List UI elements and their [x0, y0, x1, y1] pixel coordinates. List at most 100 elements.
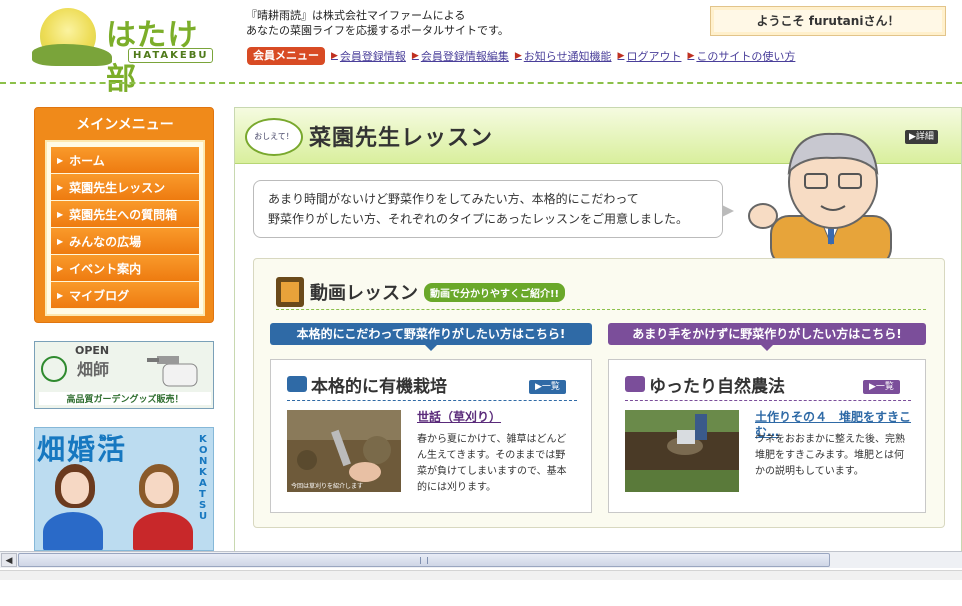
card-title: 本格的に有機栽培	[311, 376, 447, 397]
banner-open-subtitle: 高品質ガーデングッズ販売！	[39, 392, 211, 405]
main-menu-list: ▶ ホーム ▶ 菜園先生レッスン ▶ 菜園先生への質問箱 ▶ みんなの広場 ▶ イベント案…	[45, 140, 205, 316]
heart-icon	[133, 512, 193, 550]
video-camera-icon	[625, 376, 645, 392]
arrow-right-icon: ▶	[411, 51, 419, 61]
site-header: はたけ部 HATAKEBU 『晴耕雨読』は株式会社マイファームによる あなたの菜…	[0, 0, 962, 97]
video-lesson-title: 動画レッスン	[310, 283, 418, 304]
browser-page: はたけ部 HATAKEBU 『晴耕雨読』は株式会社マイファームによる あなたの菜…	[0, 0, 962, 606]
arrow-right-icon: ▶	[617, 51, 625, 61]
member-menu-badge: 会員メニュー	[247, 47, 325, 65]
intro-line-2: 野菜作りがしたい方、それぞれのタイプにあったレッスンをご用意しました。	[268, 212, 689, 226]
nav-link-label: 会員登録情報編集	[420, 50, 509, 63]
natural-column-header: あまり手をかけずに野菜作りがしたい方はこちら!	[608, 323, 926, 351]
list-button[interactable]: ▶一覧	[529, 380, 566, 394]
menu-item-my-blog[interactable]: ▶ マイブログ	[51, 282, 199, 309]
list-button[interactable]: ▶一覧	[863, 380, 900, 394]
hatakeshi-banner[interactable]: OPEN 畑師 高品質ガーデングッズ販売！	[34, 341, 214, 409]
natural-lesson-card: ゆったり自然農法 ▶一覧 土作りその４ 堆肥をすきこむ… ウネをおおまかに整えた…	[608, 359, 926, 513]
film-icon	[276, 277, 304, 307]
video-lesson-tag: 動画で分かりやすくご紹介!!	[424, 282, 566, 302]
nav-link-member-edit[interactable]: ▶ 会員登録情報編集	[412, 48, 509, 64]
card-description: 春から夏にかけて、雑草はどんどん生えてきます。そのままでは野菜が負けてしまいます…	[417, 434, 567, 493]
site-tagline: 『晴耕雨読』は株式会社マイファームによる あなたの菜園ライフを応援するポータルサ…	[246, 8, 666, 38]
nav-link-notifications[interactable]: ▶ お知らせ通知機能	[515, 48, 612, 64]
arrow-right-icon: ▶	[57, 263, 64, 273]
organic-column-header: 本格的にこだわって野菜作りがしたい方はこちら!	[270, 323, 592, 351]
sprayer-icon	[147, 356, 198, 387]
menu-item-events[interactable]: ▶ イベント案内	[51, 255, 199, 282]
teacher-illustration	[748, 132, 892, 258]
nav-link-label: お知らせ通知機能	[523, 50, 612, 63]
welcome-message: ようこそ furutaniさん！	[710, 6, 946, 36]
menu-item-plaza[interactable]: ▶ みんなの広場	[51, 228, 199, 255]
intro-line-1: あまり時間がないけど野菜作りをしてみたい方、本格的にこだわって	[268, 192, 639, 206]
konkatsu-de: DE	[99, 434, 113, 444]
organic-lesson-card: 本格的に有機栽培 ▶一覧 今回は草刈りを紹介します 世話（草刈り） 春から夏にか…	[270, 359, 592, 513]
arrow-right-icon: ▶	[57, 155, 64, 165]
arrow-right-icon: ▶	[57, 209, 64, 219]
scrollbar-thumb[interactable]	[18, 553, 830, 567]
arrow-right-icon: ▶	[57, 290, 64, 300]
menu-item-label: マイブログ	[69, 288, 130, 303]
member-nav: 会員メニュー ▶ 会員登録情報 ▶ 会員登録情報編集 ▶ お知らせ通知機能 ▶ ログアウ…	[247, 47, 795, 65]
weeding-lesson-link[interactable]: 世話（草刈り）	[417, 410, 577, 425]
menu-item-label: イベント案内	[69, 261, 142, 276]
arrow-right-icon: ▶	[687, 51, 695, 61]
banner-open-title: 畑師	[77, 360, 110, 379]
tagline-line-2: あなたの菜園ライフを応援するポータルサイトです。	[246, 24, 509, 37]
nav-link-member-info[interactable]: ▶ 会員登録情報	[331, 48, 406, 64]
divider	[625, 400, 911, 401]
menu-item-label: みんなの広場	[69, 234, 142, 249]
scroll-grip-icon	[420, 557, 428, 564]
heart-icon	[43, 512, 103, 550]
weeding-video-thumbnail[interactable]: 今回は草刈りを紹介します	[287, 410, 401, 492]
site-logo[interactable]: はたけ部 HATAKEBU	[32, 6, 218, 97]
lesson-title: 菜園先生レッスン	[309, 126, 494, 151]
detail-button-label: 詳細	[915, 132, 934, 142]
field-icon	[32, 44, 112, 66]
tagline-line-1: 『晴耕雨読』は株式会社マイファームによる	[246, 9, 466, 22]
video-camera-icon	[287, 376, 307, 392]
arrow-right-icon: ▶	[57, 182, 64, 192]
arrow-right-icon: ▶	[57, 236, 64, 246]
lesson-panel: おしえて！ 菜園先生レッスン ▶ 詳細 あまり時間がないけど野菜作りをしてみたい方…	[234, 107, 962, 557]
menu-item-label: ホーム	[69, 153, 105, 168]
intro-speech-bubble: あまり時間がないけど野菜作りをしてみたい方、本格的にこだわって 野菜作りがしたい…	[253, 180, 734, 238]
thumbnail-caption: 今回は草刈りを紹介します	[291, 482, 363, 490]
menu-item-lessons[interactable]: ▶ 菜園先生レッスン	[51, 174, 199, 201]
divider	[276, 309, 926, 310]
logo-subtitle: HATAKEBU	[128, 48, 214, 63]
nav-link-label: このサイトの使い方	[696, 50, 796, 63]
konkatsu-banner[interactable]: 畑婚活 DE KONKATSU	[34, 427, 214, 551]
video-lesson-heading: 動画レッスン 動画で分かりやすくご紹介!!	[276, 277, 566, 307]
horizontal-scrollbar[interactable]: ◀	[0, 551, 962, 568]
nav-link-logout[interactable]: ▶ ログアウト	[618, 48, 682, 64]
list-button-label: 一覧	[541, 382, 560, 392]
arrow-right-icon: ▶	[869, 382, 876, 392]
nav-link-label: ログアウト	[626, 50, 682, 63]
scroll-left-icon[interactable]: ◀	[1, 553, 17, 567]
konkatsu-title: 畑婚活	[37, 433, 128, 466]
hatakeshi-logo-icon	[41, 356, 67, 382]
video-lesson-section: 動画レッスン 動画で分かりやすくご紹介!! 本格的にこだわって野菜作りがしたい方…	[253, 258, 945, 528]
card-description: ウネをおおまかに整えた後、完熟堆肥をすきこみます。堆肥とは何かの説明もしています…	[755, 434, 905, 477]
konkatsu-side-label: KONKATSU	[199, 434, 208, 522]
menu-item-home[interactable]: ▶ ホーム	[51, 147, 199, 174]
card-title-row: 本格的に有機栽培	[287, 372, 447, 397]
browser-status-bar	[0, 568, 962, 606]
nav-link-label: 会員登録情報	[339, 50, 406, 63]
menu-item-question-box[interactable]: ▶ 菜園先生への質問箱	[51, 201, 199, 228]
card-title-row: ゆったり自然農法	[625, 372, 785, 397]
arrow-right-icon: ▶	[535, 382, 542, 392]
status-bar-line	[0, 570, 962, 580]
oshiete-badge: おしえて！	[245, 118, 303, 156]
arrow-right-icon: ▶	[514, 51, 522, 61]
list-button-label: 一覧	[875, 382, 894, 392]
nav-link-howto[interactable]: ▶ このサイトの使い方	[687, 48, 795, 64]
main-menu: メインメニュー ▶ ホーム ▶ 菜園先生レッスン ▶ 菜園先生への質問箱 ▶ みんなの広…	[34, 107, 214, 323]
arrow-right-icon: ▶	[331, 51, 338, 61]
menu-item-label: 菜園先生レッスン	[69, 180, 166, 195]
soil-video-thumbnail[interactable]	[625, 410, 739, 492]
header-divider	[0, 82, 962, 84]
menu-item-label: 菜園先生への質問箱	[69, 207, 178, 222]
